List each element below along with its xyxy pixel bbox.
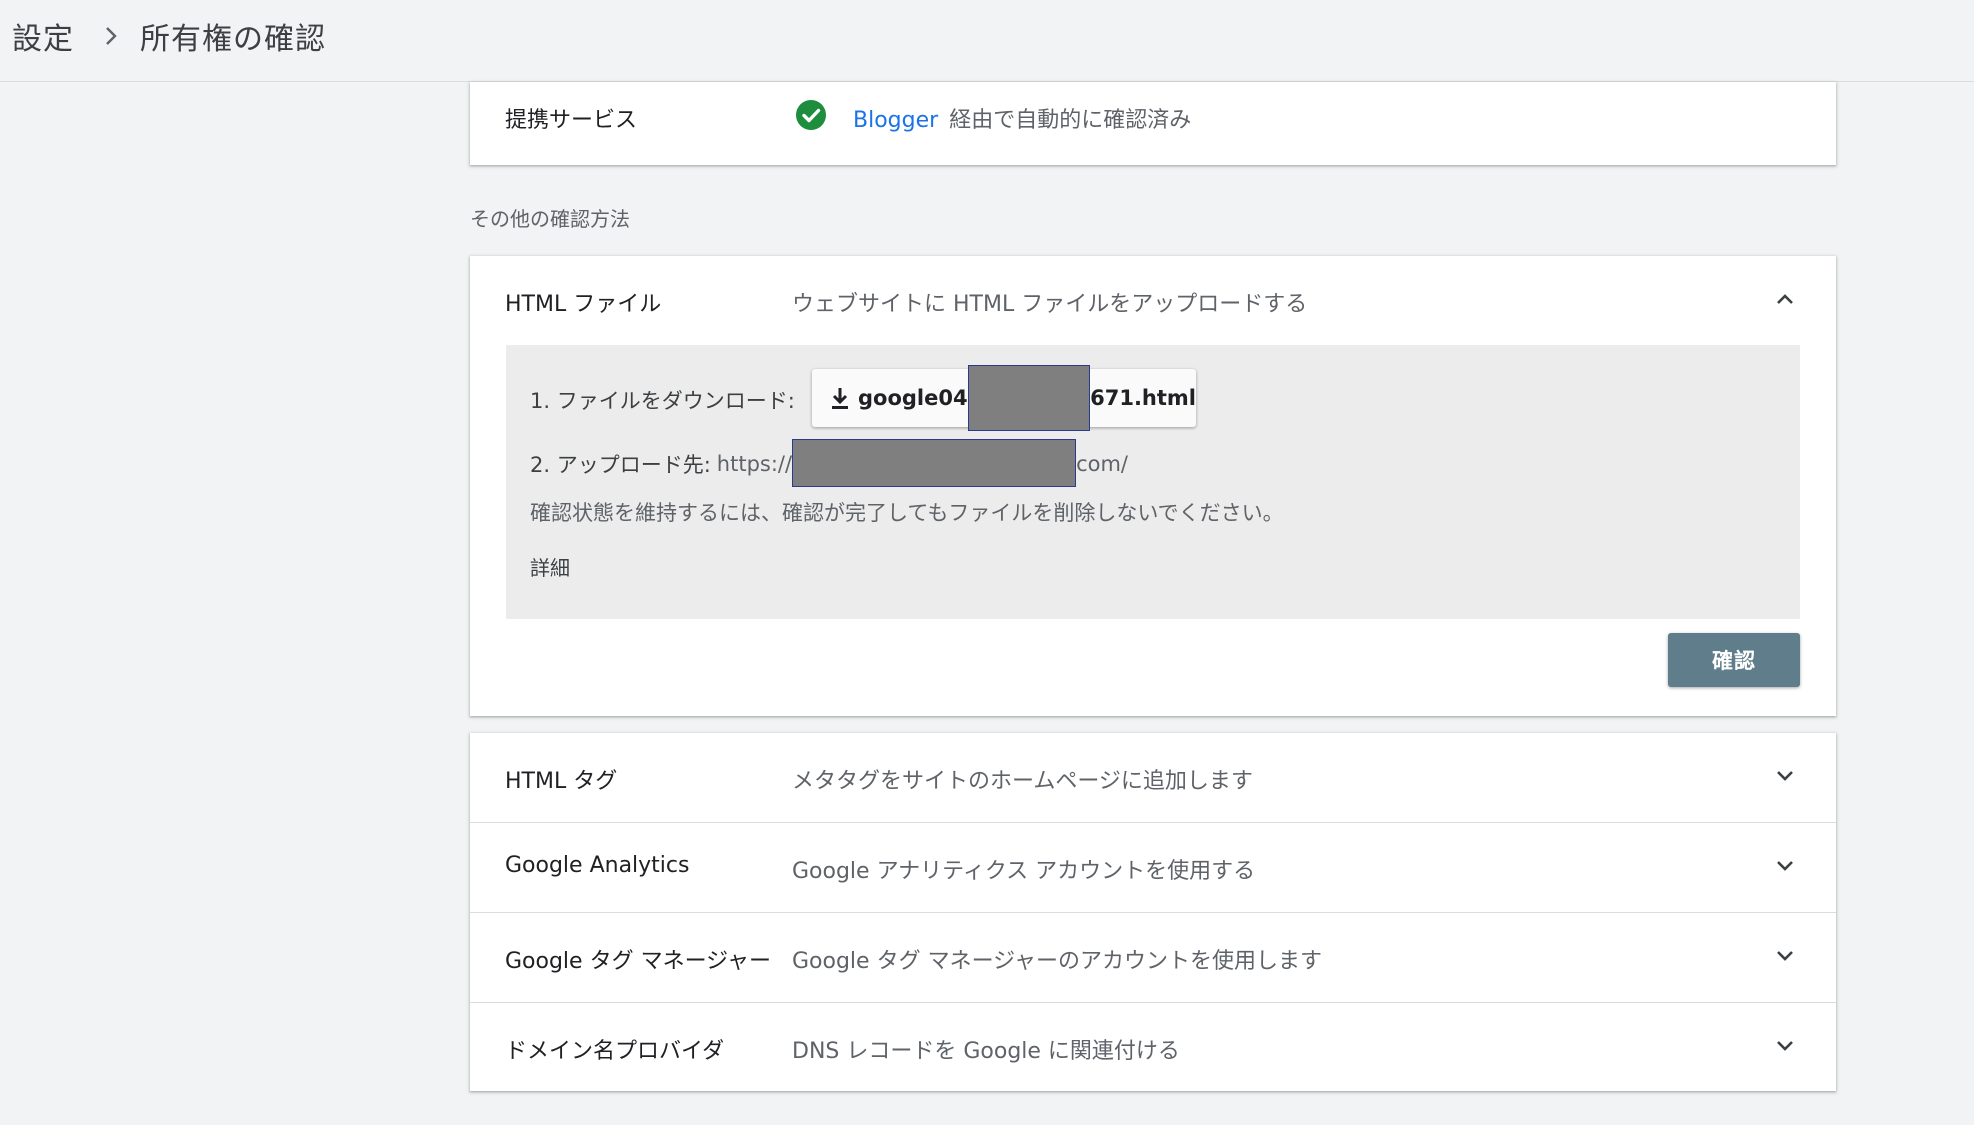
method-label: HTML タグ [505, 769, 618, 794]
method-label: ドメイン名プロバイダ [505, 1039, 725, 1064]
method-domain-provider[interactable]: ドメイン名プロバイダ DNS レコードを Google に関連付ける [470, 1003, 1836, 1091]
html-file-label: HTML ファイル [505, 292, 662, 317]
other-methods-list: HTML タグ メタタグをサイトのホームページに追加します Google Ana… [470, 733, 1836, 1091]
verify-button[interactable]: 確認 [1668, 633, 1800, 687]
html-file-header[interactable]: HTML ファイル ウェブサイトに HTML ファイルをアップロードする [470, 256, 1836, 344]
breadcrumb-settings[interactable]: 設定 [12, 14, 74, 58]
partner-service-status: Blogger 経由で自動的に確認済み [853, 102, 1191, 134]
upload-url-suffix: com/ [1076, 452, 1129, 476]
download-file-button[interactable]: google04 671.html [812, 365, 1196, 431]
partner-service-card: 提携サービス Blogger 経由で自動的に確認済み [470, 82, 1836, 165]
method-description: Google アナリティクス アカウントを使用する [792, 859, 1256, 884]
download-filename-prefix: google04 [858, 386, 968, 410]
chevron-down-icon[interactable] [1774, 855, 1796, 877]
keep-file-note: 確認状態を維持するには、確認が完了してもファイルを削除しないでください。 [530, 501, 1284, 525]
chevron-right-icon [104, 25, 118, 47]
download-icon [830, 386, 850, 410]
upload-url-prefix: https:// [716, 452, 793, 476]
method-label: Google Analytics [505, 853, 690, 878]
step1-label: 1. ファイルをダウンロード: [530, 389, 795, 413]
html-file-description: ウェブサイトに HTML ファイルをアップロードする [792, 292, 1308, 317]
other-methods-heading: その他の確認方法 [470, 207, 630, 231]
redacted-url-block [792, 439, 1077, 487]
method-description: メタタグをサイトのホームページに追加します [792, 769, 1253, 794]
html-file-instructions: 1. ファイルをダウンロード: google04 671.html 2. アップ… [506, 345, 1800, 619]
method-html-tag[interactable]: HTML タグ メタタグをサイトのホームページに追加します [470, 733, 1836, 822]
chevron-down-icon[interactable] [1774, 1035, 1796, 1057]
method-description: DNS レコードを Google に関連付ける [792, 1039, 1180, 1064]
partner-service-label: 提携サービス [505, 108, 638, 133]
method-description: Google タグ マネージャーのアカウントを使用します [792, 949, 1323, 974]
details-link[interactable]: 詳細 [530, 552, 570, 581]
chevron-down-icon[interactable] [1774, 945, 1796, 967]
check-circle-icon [795, 99, 827, 131]
chevron-up-icon[interactable] [1774, 288, 1796, 310]
step2-label: 2. アップロード先: [530, 453, 711, 477]
download-filename-suffix: 671.html [1090, 386, 1196, 410]
partner-status-text: 経由で自動的に確認済み [949, 108, 1192, 133]
page-header: 設定 所有権の確認 [0, 0, 1974, 82]
breadcrumb-current: 所有権の確認 [140, 22, 326, 57]
step2-row: 2. アップロード先: https:// com/ [530, 439, 1129, 487]
html-file-card: HTML ファイル ウェブサイトに HTML ファイルをアップロードする 1. … [470, 256, 1836, 716]
blogger-link[interactable]: Blogger [853, 108, 938, 133]
method-google-tag-manager[interactable]: Google タグ マネージャー Google タグ マネージャーのアカウントを… [470, 913, 1836, 1002]
chevron-down-icon[interactable] [1774, 765, 1796, 787]
method-label: Google タグ マネージャー [505, 949, 772, 974]
breadcrumb: 設定 所有権の確認 [12, 14, 326, 58]
redacted-block [967, 365, 1091, 431]
method-google-analytics[interactable]: Google Analytics Google アナリティクス アカウントを使用… [470, 823, 1836, 912]
